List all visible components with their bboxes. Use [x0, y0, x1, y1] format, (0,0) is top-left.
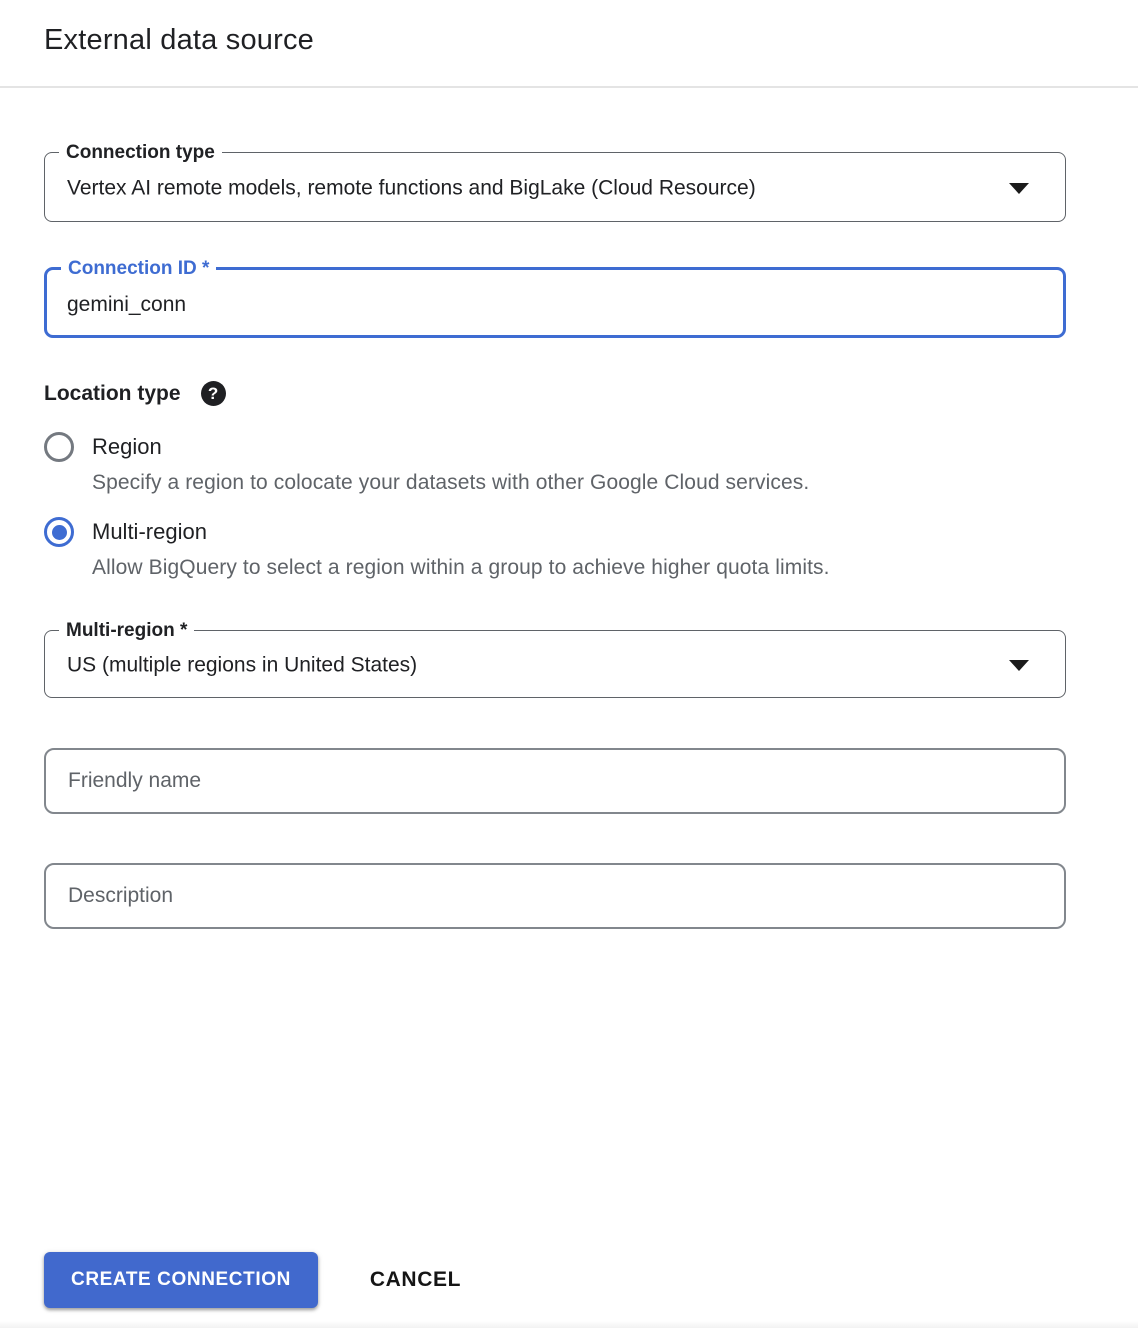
dialog-footer: CREATE CONNECTION CANCEL [44, 1252, 465, 1308]
page-title: External data source [44, 24, 314, 57]
multi-region-radio-row[interactable]: Multi-region [44, 517, 830, 547]
cancel-button[interactable]: CANCEL [366, 1258, 465, 1302]
chevron-down-icon [1009, 183, 1029, 194]
radio-dot [52, 525, 67, 540]
connection-type-select[interactable]: Connection type Vertex AI remote models,… [44, 152, 1066, 222]
description-field[interactable] [44, 863, 1066, 929]
connection-type-label: Connection type [59, 140, 222, 165]
create-connection-button[interactable]: CREATE CONNECTION [44, 1252, 318, 1308]
multi-region-select-label: Multi-region * [59, 618, 194, 643]
friendly-name-field[interactable] [44, 748, 1066, 814]
chevron-down-icon [1009, 660, 1029, 671]
multi-region-select-value: US (multiple regions in United States) [67, 653, 995, 677]
region-description: Specify a region to colocate your datase… [92, 471, 809, 495]
location-type-section: Location type ? [44, 381, 226, 406]
bottom-edge-divider [0, 1321, 1138, 1328]
multi-region-option: Multi-region Allow BigQuery to select a … [44, 517, 830, 580]
radio-unselected-icon[interactable] [44, 432, 74, 462]
multi-region-description: Allow BigQuery to select a region within… [92, 556, 830, 580]
multi-region-radio-label[interactable]: Multi-region [92, 519, 207, 545]
region-option: Region Specify a region to colocate your… [44, 432, 809, 495]
connection-id-field[interactable]: Connection ID * [44, 267, 1066, 338]
region-radio-row[interactable]: Region [44, 432, 809, 462]
friendly-name-input[interactable] [46, 750, 1064, 812]
radio-selected-icon[interactable] [44, 517, 74, 547]
dialog-header: External data source [0, 0, 1138, 88]
region-radio-label[interactable]: Region [92, 434, 162, 460]
location-type-heading: Location type [44, 382, 181, 406]
description-input[interactable] [46, 865, 1064, 927]
connection-id-input[interactable] [67, 270, 1043, 335]
help-question-icon[interactable]: ? [201, 381, 226, 406]
multi-region-select[interactable]: Multi-region * US (multiple regions in U… [44, 630, 1066, 698]
connection-type-value: Vertex AI remote models, remote function… [67, 176, 995, 200]
